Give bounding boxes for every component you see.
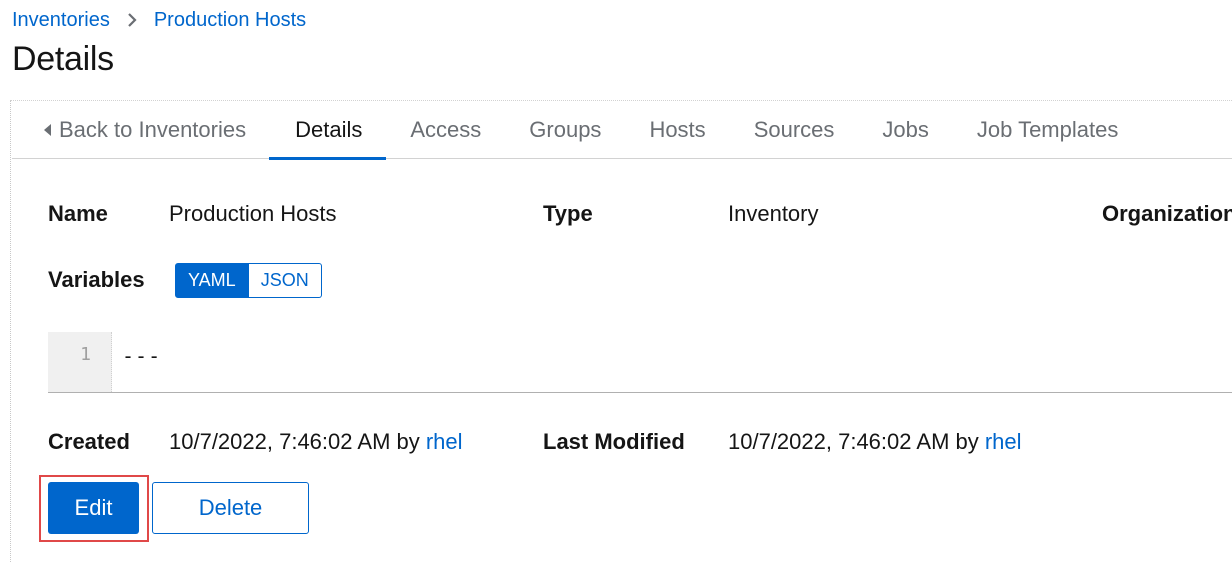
code-gutter: 1 [48,332,112,392]
tab-job-templates[interactable]: Job Templates [953,101,1142,159]
yaml-toggle-button[interactable]: YAML [175,263,249,298]
variables-format-toggle: YAML JSON [175,263,322,298]
breadcrumb: Inventories Production Hosts [12,8,306,32]
code-line: --- [122,344,162,368]
created-user-link[interactable]: rhel [426,429,463,454]
organization-label: Organization [1102,201,1232,226]
tab-back-label: Back to Inventories [59,117,247,142]
modified-timestamp: 10/7/2022, 7:46:02 AM by [728,429,985,454]
name-label: Name [48,201,108,226]
delete-button[interactable]: Delete [152,482,309,534]
edit-button[interactable]: Edit [48,482,139,534]
last-modified-value: 10/7/2022, 7:46:02 AM by rhel [728,429,1022,455]
breadcrumb-inventories-link[interactable]: Inventories [12,9,110,32]
page-title: Details [12,40,114,78]
type-label: Type [543,201,593,226]
last-modified-label: Last Modified [543,429,685,454]
tab-details[interactable]: Details [269,101,387,160]
tab-back-to-inventories[interactable]: Back to Inventories [12,101,269,159]
name-value: Production Hosts [169,201,337,226]
caret-left-icon [44,124,51,136]
line-number: 1 [80,344,91,365]
variables-label: Variables [48,267,145,292]
created-timestamp: 10/7/2022, 7:46:02 AM by [169,429,426,454]
created-value: 10/7/2022, 7:46:02 AM by rhel [169,429,463,455]
variables-code-editor[interactable]: 1 --- [48,332,1232,393]
chevron-right-icon [127,13,137,27]
tab-bar: Back to Inventories Details Access Group… [12,101,1232,160]
tab-groups[interactable]: Groups [505,101,625,159]
tab-jobs[interactable]: Jobs [858,101,952,159]
modified-user-link[interactable]: rhel [985,429,1022,454]
breadcrumb-production-hosts-link[interactable]: Production Hosts [154,9,306,32]
json-toggle-button[interactable]: JSON [248,263,322,298]
tab-sources[interactable]: Sources [730,101,859,159]
tab-access[interactable]: Access [386,101,505,159]
tab-hosts[interactable]: Hosts [625,101,729,159]
created-label: Created [48,429,130,454]
type-value: Inventory [728,201,819,226]
